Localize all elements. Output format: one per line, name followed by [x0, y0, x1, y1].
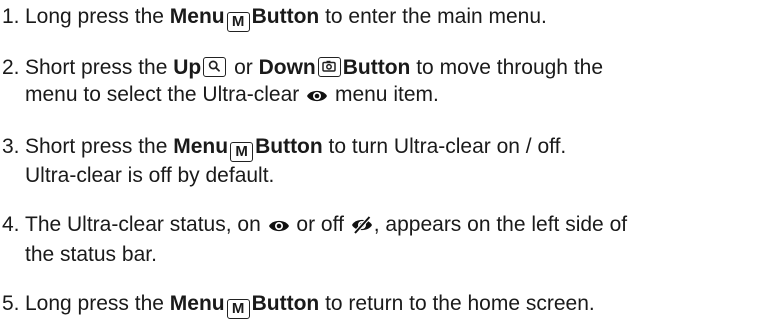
bold-term: Button	[251, 292, 320, 315]
step-number: 4.	[2, 213, 20, 236]
step-line: Long press the Menu M Button to return to …	[25, 290, 779, 319]
bold-term: Button	[255, 135, 323, 158]
instruction-steps: 1. Long press the Menu M Button to enter th…	[0, 3, 779, 319]
text-run: The Ultra-clear status, on	[25, 213, 267, 236]
step-item: 2. Short press the Up or Down Button to mo…	[0, 54, 779, 111]
camera-key-icon	[317, 57, 341, 77]
step-line: menu to select the Ultra-clear menu item…	[25, 81, 779, 111]
text-run: Ultra-clear is off by default.	[25, 164, 275, 187]
step-text: Short press the Up or Down Button to move…	[25, 54, 779, 111]
eye-off-icon	[351, 214, 373, 241]
bold-term: Button	[251, 5, 320, 28]
eye-icon	[306, 84, 328, 111]
text-run: menu item.	[329, 83, 439, 106]
step-text: The Ultra-clear status, on or off , appe…	[25, 211, 779, 268]
bold-term: Menu	[169, 292, 225, 315]
menu-key-icon: M	[226, 299, 250, 319]
text-run: or off	[290, 213, 350, 236]
step-item: 4. The Ultra-clear status, on or off , ap…	[0, 211, 779, 268]
step-line: Long press the Menu M Button to enter the …	[25, 3, 779, 32]
eye-icon	[268, 214, 290, 241]
text-run: to return to the home screen.	[319, 292, 595, 315]
menu-key-icon: M	[230, 142, 254, 162]
bold-term: Up	[173, 56, 202, 79]
text-run: menu to select the Ultra-clear	[25, 83, 306, 106]
step-line: Ultra-clear is off by default.	[25, 162, 779, 189]
search-key-icon	[203, 57, 227, 77]
text-run: the status bar.	[25, 243, 157, 266]
text-run: to turn Ultra-clear on / off.	[322, 135, 567, 158]
step-item: 1. Long press the Menu M Button to enter th…	[0, 3, 779, 32]
step-number: 1.	[2, 5, 20, 28]
step-line: The Ultra-clear status, on or off , appe…	[25, 211, 779, 241]
step-line: Short press the Menu M Button to turn Ultr…	[25, 133, 779, 162]
text-run: Long press the	[25, 5, 170, 28]
step-number: 5.	[2, 292, 20, 315]
bold-term: Menu	[169, 5, 225, 28]
bold-term: Down	[258, 56, 316, 79]
text-run: Short press the	[25, 56, 174, 79]
step-line: Short press the Up or Down Button to move…	[25, 54, 779, 81]
menu-key-icon: M	[226, 12, 250, 32]
text-run: or	[228, 56, 259, 79]
step-text: Short press the Menu M Button to turn Ultr…	[25, 133, 779, 189]
text-run: Short press the	[25, 135, 174, 158]
step-line: the status bar.	[25, 241, 779, 268]
step-item: 5. Long press the Menu M Button to return t…	[0, 290, 779, 319]
text-run: Long press the	[25, 292, 170, 315]
step-item: 3. Short press the Menu M Button to turn Ul…	[0, 133, 779, 189]
step-number: 3.	[2, 135, 20, 158]
step-text: Long press the Menu M Button to enter the …	[25, 3, 779, 32]
text-run: , appears on the left side of	[373, 213, 628, 236]
bold-term: Button	[342, 56, 411, 79]
text-run: to move through the	[410, 56, 604, 79]
step-number: 2.	[2, 56, 20, 79]
bold-term: Menu	[173, 135, 229, 158]
step-text: Long press the Menu M Button to return to …	[25, 290, 779, 319]
text-run: to enter the main menu.	[319, 5, 547, 28]
